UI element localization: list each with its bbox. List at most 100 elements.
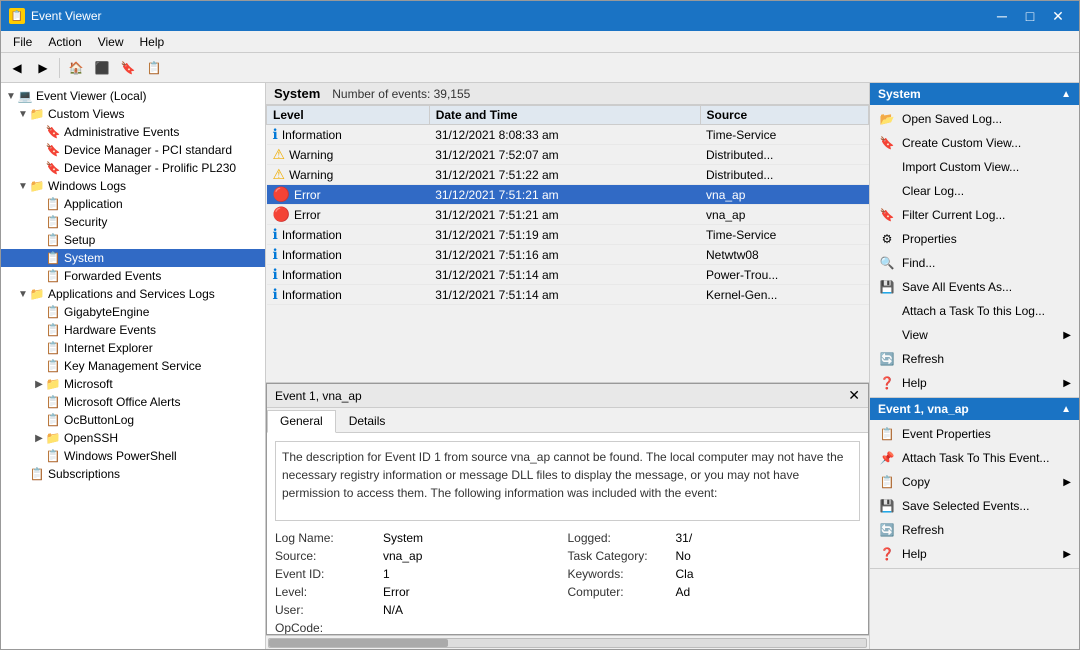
tree-item-admin-events[interactable]: 🔖 Administrative Events xyxy=(1,123,265,141)
properties-button[interactable]: 📋 xyxy=(142,56,166,80)
filter-button[interactable]: 🔖 xyxy=(116,56,140,80)
openssh-toggle[interactable]: ▶ xyxy=(33,433,45,444)
action-help-event[interactable]: ❓ Help ▶ xyxy=(870,542,1079,566)
tree-item-device-pci[interactable]: 🔖 Device Manager - PCI standard xyxy=(1,141,265,159)
tab-general[interactable]: General xyxy=(267,410,336,433)
ocbuttonlog-label: OcButtonLog xyxy=(64,413,134,427)
custom-views-icon: 📁 xyxy=(29,106,45,122)
action-refresh-event[interactable]: 🔄 Refresh xyxy=(870,518,1079,542)
tree-item-powershell[interactable]: 📋 Windows PowerShell xyxy=(1,447,265,465)
tree-item-setup[interactable]: 📋 Setup xyxy=(1,231,265,249)
tree-item-device-prolific[interactable]: 🔖 Device Manager - Prolific PL230 xyxy=(1,159,265,177)
windows-logs-toggle[interactable]: ▼ xyxy=(17,181,29,192)
cell-datetime: 31/12/2021 7:51:21 am xyxy=(429,205,700,225)
back-button[interactable]: ◀ xyxy=(5,56,29,80)
table-row[interactable]: ℹInformation 31/12/2021 7:51:14 am Power… xyxy=(267,265,869,285)
save-selected-icon: 💾 xyxy=(878,497,896,515)
menu-bar: File Action View Help xyxy=(1,31,1079,53)
action-copy[interactable]: 📋 Copy ▶ xyxy=(870,470,1079,494)
menu-file[interactable]: File xyxy=(5,33,40,51)
cell-level: ℹInformation xyxy=(267,265,430,285)
tree-root[interactable]: ▼ 💻 Event Viewer (Local) xyxy=(1,87,265,105)
action-import-custom-view[interactable]: Import Custom View... xyxy=(870,155,1079,179)
col-level[interactable]: Level xyxy=(267,106,430,125)
help-event-icon: ❓ xyxy=(878,545,896,563)
tree-item-forwarded[interactable]: 📋 Forwarded Events xyxy=(1,267,265,285)
tree-item-ocbuttonlog[interactable]: 📋 OcButtonLog xyxy=(1,411,265,429)
tree-item-windows-logs[interactable]: ▼ 📁 Windows Logs xyxy=(1,177,265,195)
system-section-toggle[interactable]: ▲ xyxy=(1061,89,1071,100)
tree-item-key-mgmt[interactable]: 📋 Key Management Service xyxy=(1,357,265,375)
col-datetime[interactable]: Date and Time xyxy=(429,106,700,125)
table-row[interactable]: 🔴Error 31/12/2021 7:51:21 am vna_ap xyxy=(267,185,869,205)
help-system-arrow: ▶ xyxy=(1063,378,1071,389)
action-clear-log[interactable]: Clear Log... xyxy=(870,179,1079,203)
cell-level: ⚠Warning xyxy=(267,165,430,185)
action-refresh-system[interactable]: 🔄 Refresh xyxy=(870,347,1079,371)
tab-details[interactable]: Details xyxy=(336,410,399,432)
menu-action[interactable]: Action xyxy=(40,33,89,51)
action-event-properties[interactable]: 📋 Event Properties xyxy=(870,422,1079,446)
eventid-value: 1 xyxy=(383,567,390,581)
action-attach-task-event[interactable]: 📌 Attach Task To This Event... xyxy=(870,446,1079,470)
apps-services-toggle[interactable]: ▼ xyxy=(17,289,29,300)
action-find[interactable]: 🔍 Find... xyxy=(870,251,1079,275)
table-row[interactable]: ⚠Warning 31/12/2021 7:52:07 am Distribut… xyxy=(267,145,869,165)
tree-item-microsoft[interactable]: ▶ 📁 Microsoft xyxy=(1,375,265,393)
action-save-selected[interactable]: 💾 Save Selected Events... xyxy=(870,494,1079,518)
logname-value: System xyxy=(383,531,423,545)
action-view[interactable]: View ▶ xyxy=(870,323,1079,347)
tree-item-custom-views[interactable]: ▼ 📁 Custom Views xyxy=(1,105,265,123)
table-row[interactable]: ℹInformation 31/12/2021 7:51:19 am Time-… xyxy=(267,225,869,245)
tree-item-ie[interactable]: 📋 Internet Explorer xyxy=(1,339,265,357)
menu-view[interactable]: View xyxy=(90,33,132,51)
root-toggle[interactable]: ▼ xyxy=(5,91,17,102)
events-table-wrapper[interactable]: Level Date and Time Source ℹInformation … xyxy=(266,105,869,382)
hardware-icon: 📋 xyxy=(45,322,61,338)
action-attach-task[interactable]: Attach a Task To this Log... xyxy=(870,299,1079,323)
setup-icon: 📋 xyxy=(45,232,61,248)
tree-item-application[interactable]: 📋 Application xyxy=(1,195,265,213)
event-detail-close-button[interactable]: ✕ xyxy=(848,387,860,404)
attach-task-event-icon: 📌 xyxy=(878,449,896,467)
action-properties[interactable]: ⚙ Properties xyxy=(870,227,1079,251)
col-source[interactable]: Source xyxy=(700,106,868,125)
custom-views-toggle[interactable]: ▼ xyxy=(17,109,29,120)
table-row[interactable]: ⚠Warning 31/12/2021 7:51:22 am Distribut… xyxy=(267,165,869,185)
toolbar-separator-1 xyxy=(59,58,60,78)
tree-item-security[interactable]: 📋 Security xyxy=(1,213,265,231)
minimize-button[interactable]: ─ xyxy=(989,6,1015,26)
cell-level: ℹInformation xyxy=(267,225,430,245)
maximize-button[interactable]: □ xyxy=(1017,6,1043,26)
action-create-custom-view[interactable]: 🔖 Create Custom View... xyxy=(870,131,1079,155)
apps-services-label: Applications and Services Logs xyxy=(48,287,215,301)
tree-item-ms-office[interactable]: 📋 Microsoft Office Alerts xyxy=(1,393,265,411)
microsoft-toggle[interactable]: ▶ xyxy=(33,379,45,390)
bottom-scroll-track[interactable] xyxy=(268,638,867,648)
tree-item-openssh[interactable]: ▶ 📁 OpenSSH xyxy=(1,429,265,447)
close-button[interactable]: ✕ xyxy=(1045,6,1071,26)
table-row[interactable]: ℹInformation 31/12/2021 7:51:14 am Kerne… xyxy=(267,285,869,305)
toolbar: ◀ ▶ 🏠 ⬛ 🔖 📋 xyxy=(1,53,1079,83)
table-row[interactable]: ℹInformation 31/12/2021 8:08:33 am Time-… xyxy=(267,125,869,145)
table-row[interactable]: ℹInformation 31/12/2021 7:51:16 am Netwt… xyxy=(267,245,869,265)
action-open-saved-log[interactable]: 📂 Open Saved Log... xyxy=(870,107,1079,131)
tree-item-system[interactable]: 📋 System xyxy=(1,249,265,267)
forward-button[interactable]: ▶ xyxy=(31,56,55,80)
level-text: Error xyxy=(294,188,321,202)
table-row[interactable]: 🔴Error 31/12/2021 7:51:21 am vna_ap xyxy=(267,205,869,225)
actions-section-event: Event 1, vna_ap ▲ 📋 Event Properties 📌 A… xyxy=(870,398,1079,569)
tree-item-hardware[interactable]: 📋 Hardware Events xyxy=(1,321,265,339)
tree-item-apps-services[interactable]: ▼ 📁 Applications and Services Logs xyxy=(1,285,265,303)
event-section-toggle[interactable]: ▲ xyxy=(1061,404,1071,415)
action-save-all[interactable]: 💾 Save All Events As... xyxy=(870,275,1079,299)
tree-item-gigabyte[interactable]: 📋 GigabyteEngine xyxy=(1,303,265,321)
bottom-scroll-thumb[interactable] xyxy=(269,639,448,647)
up-button[interactable]: 🏠 xyxy=(64,56,88,80)
show-hide-button[interactable]: ⬛ xyxy=(90,56,114,80)
tree-item-subscriptions[interactable]: 📋 Subscriptions xyxy=(1,465,265,483)
detail-body: The description for Event ID 1 from sour… xyxy=(267,433,868,634)
menu-help[interactable]: Help xyxy=(132,33,173,51)
action-help-system[interactable]: ❓ Help ▶ xyxy=(870,371,1079,395)
action-filter-log[interactable]: 🔖 Filter Current Log... xyxy=(870,203,1079,227)
